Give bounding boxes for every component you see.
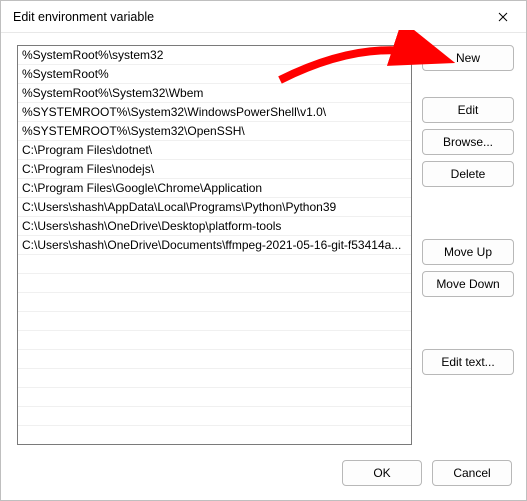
- list-item: .: [18, 331, 411, 350]
- list-item[interactable]: %SYSTEMROOT%\System32\WindowsPowerShell\…: [18, 103, 411, 122]
- path-listbox[interactable]: %SystemRoot%\system32%SystemRoot%%System…: [17, 45, 412, 445]
- list-item: .: [18, 312, 411, 331]
- edit-button[interactable]: Edit: [422, 97, 514, 123]
- window-title: Edit environment variable: [13, 10, 480, 24]
- list-item[interactable]: %SystemRoot%\system32: [18, 46, 411, 65]
- dialog-footer: OK Cancel: [1, 456, 526, 500]
- list-item[interactable]: C:\Program Files\dotnet\: [18, 141, 411, 160]
- list-item: .: [18, 255, 411, 274]
- list-item: .: [18, 388, 411, 407]
- dialog-body: %SystemRoot%\system32%SystemRoot%%System…: [1, 33, 526, 456]
- list-item[interactable]: %SystemRoot%: [18, 65, 411, 84]
- close-button[interactable]: [480, 1, 526, 33]
- list-item[interactable]: %SYSTEMROOT%\System32\OpenSSH\: [18, 122, 411, 141]
- move-up-button[interactable]: Move Up: [422, 239, 514, 265]
- list-item: .: [18, 407, 411, 426]
- titlebar: Edit environment variable: [1, 1, 526, 33]
- browse-button[interactable]: Browse...: [422, 129, 514, 155]
- list-item: .: [18, 293, 411, 312]
- cancel-button[interactable]: Cancel: [432, 460, 512, 486]
- list-item[interactable]: %SystemRoot%\System32\Wbem: [18, 84, 411, 103]
- list-item[interactable]: C:\Program Files\nodejs\: [18, 160, 411, 179]
- close-icon: [498, 12, 508, 22]
- list-item[interactable]: C:\Users\shash\OneDrive\Desktop\platform…: [18, 217, 411, 236]
- dialog-window: Edit environment variable %SystemRoot%\s…: [0, 0, 527, 501]
- list-item[interactable]: C:\Users\shash\AppData\Local\Programs\Py…: [18, 198, 411, 217]
- side-buttons: New Edit Browse... Delete Move Up Move D…: [422, 45, 514, 450]
- list-item: .: [18, 350, 411, 369]
- move-down-button[interactable]: Move Down: [422, 271, 514, 297]
- new-button[interactable]: New: [422, 45, 514, 71]
- list-item: .: [18, 274, 411, 293]
- delete-button[interactable]: Delete: [422, 161, 514, 187]
- ok-button[interactable]: OK: [342, 460, 422, 486]
- edit-text-button[interactable]: Edit text...: [422, 349, 514, 375]
- list-item: .: [18, 369, 411, 388]
- list-item[interactable]: C:\Program Files\Google\Chrome\Applicati…: [18, 179, 411, 198]
- list-item[interactable]: C:\Users\shash\OneDrive\Documents\ffmpeg…: [18, 236, 411, 255]
